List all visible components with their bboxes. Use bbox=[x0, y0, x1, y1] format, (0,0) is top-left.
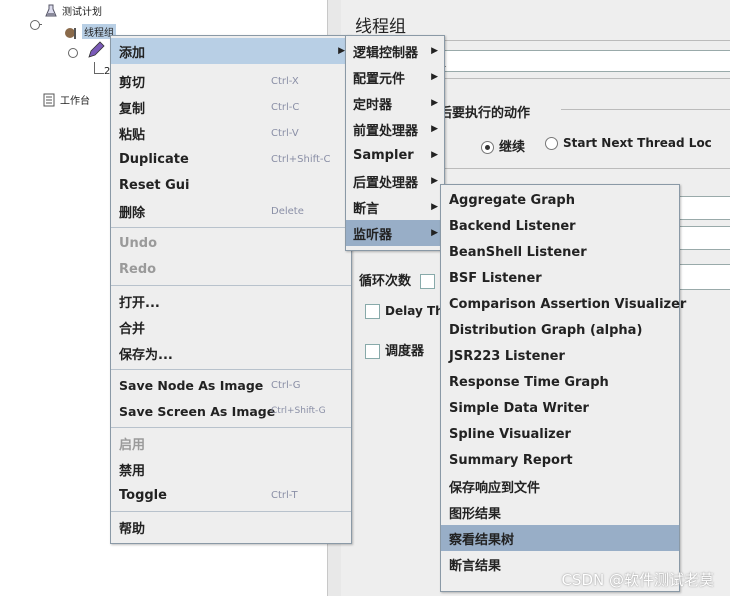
action-label: 后要执行的动作 bbox=[439, 106, 531, 121]
listener-submenu: Aggregate Graph Backend Listener BeanShe… bbox=[440, 184, 686, 592]
menu-item-reset-gui[interactable]: Reset Gui bbox=[111, 172, 351, 198]
radio-unselected-icon bbox=[545, 137, 558, 150]
submenu-arrow-icon: ▶ bbox=[338, 46, 345, 56]
page-title: 线程组 bbox=[355, 17, 406, 37]
listener-summary-report[interactable]: Summary Report bbox=[441, 447, 679, 473]
menu-item-save-screen-image[interactable]: Save Screen As Image Ctrl+Shift-G bbox=[111, 398, 351, 424]
submenu-arrow-icon: ▶ bbox=[431, 124, 438, 134]
menu-item-disable[interactable]: 禁用 bbox=[111, 456, 351, 482]
menu-separator bbox=[111, 511, 351, 512]
menu-item-open[interactable]: 打开... bbox=[111, 288, 351, 314]
menu-separator bbox=[111, 285, 351, 286]
submenu-item-config-element[interactable]: 配置元件 ▶ bbox=[346, 64, 444, 90]
delay-thread-checkbox[interactable]: Delay Th bbox=[365, 304, 444, 319]
submenu-item-sampler[interactable]: Sampler ▶ bbox=[346, 142, 444, 168]
delay-label: Delay Th bbox=[385, 304, 444, 318]
submenu-item-assertion[interactable]: 断言 ▶ bbox=[346, 194, 444, 220]
submenu-arrow-icon: ▶ bbox=[431, 228, 438, 238]
menu-item-merge[interactable]: 合并 bbox=[111, 314, 351, 340]
loop-label: 循环次数 bbox=[359, 274, 412, 289]
menu-item-toggle[interactable]: Toggle Ctrl-T bbox=[111, 482, 351, 508]
tree-item-test-plan[interactable]: 测试计划 bbox=[44, 3, 102, 18]
workbench-icon bbox=[42, 93, 56, 107]
submenu-arrow-icon: ▶ bbox=[431, 150, 438, 160]
listener-beanshell[interactable]: BeanShell Listener bbox=[441, 239, 679, 265]
listener-jsr223[interactable]: JSR223 Listener bbox=[441, 343, 679, 369]
radio-selected-icon bbox=[481, 141, 494, 154]
watermark: CSDN @软件测试老莫 bbox=[561, 571, 714, 589]
checkbox-icon bbox=[365, 344, 380, 359]
tree-label: 测试计划 bbox=[62, 7, 102, 18]
menu-item-redo[interactable]: Redo bbox=[111, 256, 351, 282]
scheduler-checkbox[interactable]: 调度器 bbox=[365, 340, 424, 359]
menu-item-help[interactable]: 帮助 bbox=[111, 514, 351, 540]
menu-item-duplicate[interactable]: Duplicate Ctrl+Shift-C bbox=[111, 146, 351, 172]
tree-connector bbox=[94, 73, 104, 74]
continue-radio[interactable]: 继续 bbox=[481, 136, 525, 155]
pencil-icon bbox=[86, 40, 106, 64]
menu-item-delete[interactable]: 删除 Delete bbox=[111, 198, 351, 224]
listener-aggregate-graph[interactable]: Aggregate Graph bbox=[441, 187, 679, 213]
submenu-item-listener[interactable]: 监听器 ▶ bbox=[346, 220, 444, 246]
tree-item-workbench[interactable]: 工作台 bbox=[42, 92, 90, 107]
flask-icon bbox=[44, 4, 58, 18]
submenu-arrow-icon: ▶ bbox=[431, 72, 438, 82]
listener-spline-visualizer[interactable]: Spline Visualizer bbox=[441, 421, 679, 447]
listener-response-time-graph[interactable]: Response Time Graph bbox=[441, 369, 679, 395]
expand-icon[interactable] bbox=[30, 20, 40, 30]
context-menu: 添加 ▶ 剪切 Ctrl-X 复制 Ctrl-C 粘贴 Ctrl-V Duplicate… bbox=[110, 35, 352, 544]
submenu-item-timer[interactable]: 定时器 ▶ bbox=[346, 90, 444, 116]
listener-comparison-assertion[interactable]: Comparison Assertion Visualizer bbox=[441, 291, 686, 317]
menu-item-enable[interactable]: 启用 bbox=[111, 430, 351, 456]
start-next-thread-radio[interactable]: Start Next Thread Loc bbox=[545, 136, 712, 150]
listener-backend[interactable]: Backend Listener bbox=[441, 213, 679, 239]
name-field[interactable]: 组 bbox=[431, 50, 730, 72]
submenu-item-post-processor[interactable]: 后置处理器 ▶ bbox=[346, 168, 444, 194]
submenu-arrow-icon: ▶ bbox=[431, 98, 438, 108]
menu-item-paste[interactable]: 粘贴 Ctrl-V bbox=[111, 120, 351, 146]
submenu-item-logic-controller[interactable]: 逻辑控制器 ▶ bbox=[346, 38, 444, 64]
forever-checkbox[interactable] bbox=[419, 274, 435, 289]
start-next-label: Start Next Thread Loc bbox=[563, 136, 712, 150]
menu-separator bbox=[111, 427, 351, 428]
listener-bsf[interactable]: BSF Listener bbox=[441, 265, 679, 291]
menu-item-save-node-image[interactable]: Save Node As Image Ctrl-G bbox=[111, 372, 351, 398]
listener-view-results-tree[interactable]: 察看结果树 bbox=[441, 525, 679, 551]
expand-icon[interactable] bbox=[68, 48, 78, 58]
menu-item-save-as[interactable]: 保存为... bbox=[111, 340, 351, 366]
menu-item-cut[interactable]: 剪切 Ctrl-X bbox=[111, 68, 351, 94]
loop-count-label: 循环次数 bbox=[359, 270, 440, 289]
group-border bbox=[561, 109, 730, 110]
listener-distribution-graph[interactable]: Distribution Graph (alpha) bbox=[441, 317, 679, 343]
listener-save-responses[interactable]: 保存响应到文件 bbox=[441, 473, 679, 499]
submenu-item-pre-processor[interactable]: 前置处理器 ▶ bbox=[346, 116, 444, 142]
thread-group-icon bbox=[64, 25, 78, 39]
menu-item-add[interactable]: 添加 ▶ bbox=[111, 38, 351, 64]
scheduler-label: 调度器 bbox=[385, 344, 425, 359]
tree-label: 工作台 bbox=[60, 96, 90, 107]
continue-label: 继续 bbox=[499, 140, 526, 155]
submenu-arrow-icon: ▶ bbox=[431, 176, 438, 186]
tree-item-thread-group[interactable]: 线程组 bbox=[64, 24, 116, 39]
listener-simple-data-writer[interactable]: Simple Data Writer bbox=[441, 395, 679, 421]
submenu-arrow-icon: ▶ bbox=[431, 202, 438, 212]
submenu-arrow-icon: ▶ bbox=[431, 46, 438, 56]
listener-graph-results[interactable]: 图形结果 bbox=[441, 499, 679, 525]
menu-separator bbox=[111, 227, 351, 228]
menu-item-undo[interactable]: Undo bbox=[111, 230, 351, 256]
menu-separator bbox=[111, 369, 351, 370]
menu-item-copy[interactable]: 复制 Ctrl-C bbox=[111, 94, 351, 120]
add-submenu: 逻辑控制器 ▶ 配置元件 ▶ 定时器 ▶ 前置处理器 ▶ Sampler ▶ 后置处理器 ▶… bbox=[345, 35, 445, 251]
group-border bbox=[438, 168, 730, 169]
checkbox-icon bbox=[365, 304, 380, 319]
